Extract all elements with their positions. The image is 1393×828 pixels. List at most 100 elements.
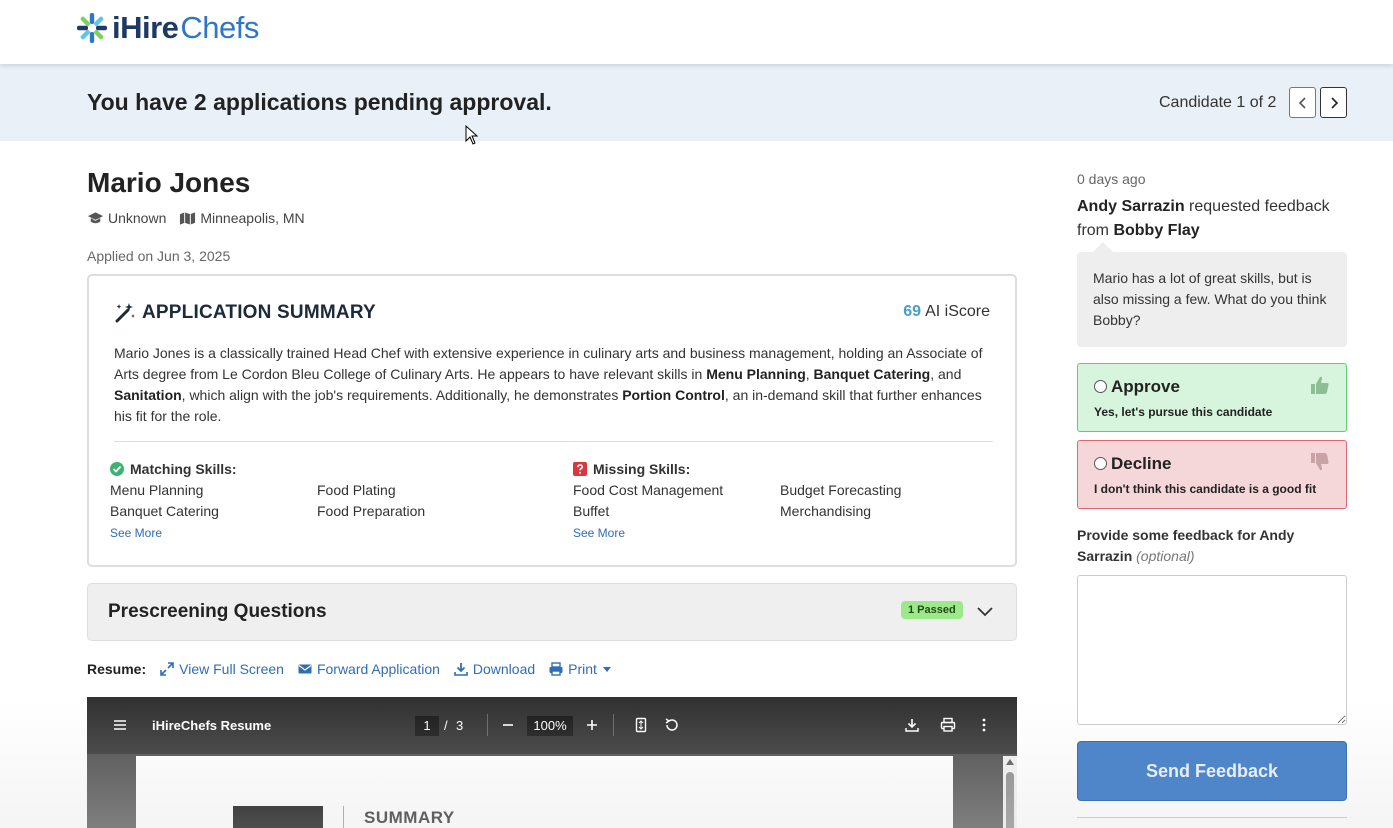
- pdf-download-icon[interactable]: [904, 717, 920, 733]
- chevron-left-icon: [1298, 96, 1306, 109]
- resume-actions: Resume: View Full Screen Forward Applica…: [87, 661, 625, 677]
- skill-item: Menu Planning: [110, 482, 204, 498]
- forward-application-label: Forward Application: [316, 661, 440, 677]
- pdf-section-heading: SUMMARY: [364, 808, 455, 827]
- zoom-out-icon[interactable]: [500, 717, 516, 733]
- matching-skills: Matching Skills: Menu Planning Food Plat…: [110, 461, 530, 542]
- candidate-meta: Unknown Minneapolis, MN: [87, 210, 305, 226]
- fit-page-icon[interactable]: [633, 717, 649, 733]
- pdf-page: SUMMARY: [136, 756, 953, 828]
- scrollbar-thumb[interactable]: [1006, 772, 1014, 828]
- missing-skills-list: Food Cost Management Budget Forecasting …: [573, 480, 993, 522]
- graduation-cap-icon: [87, 212, 104, 224]
- scroll-up-arrow-icon[interactable]: [1006, 759, 1014, 765]
- thumbs-down-icon: [1311, 453, 1329, 471]
- skill-item: Merchandising: [780, 503, 872, 519]
- expand-icon: [160, 662, 174, 676]
- summary-skill-highlight: Portion Control: [622, 387, 725, 403]
- logo-text-ihire: iHire: [112, 10, 179, 45]
- skill-item: Food Plating: [317, 482, 396, 498]
- zoom-in-icon[interactable]: [584, 717, 600, 733]
- candidate-counter: Candidate 1 of 2: [1159, 94, 1277, 111]
- feedback-label-optional: (optional): [1136, 548, 1195, 564]
- candidate-location: Minneapolis, MN: [200, 210, 305, 226]
- matching-skills-label: Matching Skills:: [130, 461, 237, 477]
- skill-item: Buffet: [573, 503, 610, 519]
- chevron-right-icon: [1330, 96, 1338, 109]
- summary-text-part: ,: [805, 366, 814, 382]
- matching-skills-list: Menu Planning Food Plating Banquet Cater…: [110, 480, 530, 522]
- next-candidate-button[interactable]: [1320, 87, 1347, 118]
- ai-iscore-value: 69: [903, 303, 922, 320]
- ai-iscore: 69 AI iScore: [903, 303, 990, 321]
- summary-header: APPLICATION SUMMARY: [114, 302, 376, 324]
- logo-star-icon: [77, 13, 107, 43]
- download-link[interactable]: Download: [454, 661, 535, 677]
- ihire-chefs-logo[interactable]: iHire Chefs: [76, 8, 259, 48]
- pdf-print-icon[interactable]: [940, 717, 956, 733]
- pdf-toolbar: iHireChefs Resume 1 / 3 100%: [87, 697, 1017, 754]
- thumbs-up-icon: [1311, 376, 1329, 394]
- application-summary-card: APPLICATION SUMMARY 69 AI iScore Mario Jo…: [87, 274, 1017, 567]
- matching-skills-header: Matching Skills:: [110, 461, 530, 477]
- decline-title: Decline: [1111, 454, 1172, 473]
- decline-radio[interactable]: [1094, 457, 1107, 470]
- decline-subtitle: I don't think this candidate is a good f…: [1094, 482, 1317, 496]
- logo-text-chefs: Chefs: [180, 10, 259, 45]
- previous-candidate-button[interactable]: [1289, 87, 1316, 118]
- view-full-screen-link[interactable]: View Full Screen: [160, 661, 284, 677]
- candidate-name: Mario Jones: [87, 167, 251, 198]
- requester-name: Andy Sarrazin: [1077, 198, 1185, 215]
- send-feedback-button[interactable]: Send Feedback: [1077, 741, 1347, 801]
- print-label: Print: [568, 661, 597, 677]
- summary-text-part: , which align with the job's requirement…: [181, 387, 623, 403]
- approve-title: Approve: [1111, 377, 1180, 396]
- candidate-education: Unknown: [108, 210, 167, 226]
- pending-approval-bar: You have 2 applications pending approval…: [0, 64, 1393, 141]
- view-full-screen-label: View Full Screen: [179, 661, 284, 677]
- missing-skills: Missing Skills: Food Cost Management Bud…: [573, 461, 993, 542]
- prescreening-accordion[interactable]: Prescreening Questions 1 Passed: [87, 583, 1017, 641]
- panel-divider: [1077, 817, 1347, 818]
- summary-skill-highlight: Menu Planning: [706, 366, 806, 382]
- missing-see-more-link[interactable]: See More: [573, 526, 625, 540]
- summary-skill-highlight: Sanitation: [114, 387, 182, 403]
- skill-item: Food Preparation: [317, 503, 426, 519]
- summary-divider: [114, 441, 993, 442]
- matching-see-more-link[interactable]: See More: [110, 526, 162, 540]
- rotate-icon[interactable]: [664, 717, 680, 733]
- toolbar-divider: [613, 714, 614, 736]
- approve-option[interactable]: Approve Yes, let's pursue this candidate: [1077, 363, 1347, 432]
- feedback-textarea[interactable]: [1077, 575, 1347, 725]
- menu-icon[interactable]: [112, 717, 128, 733]
- pdf-vertical-rule: [343, 806, 344, 828]
- mouse-cursor-icon: [465, 125, 479, 145]
- download-label: Download: [472, 661, 536, 677]
- requester-message: Mario has a lot of great skills, but is …: [1077, 252, 1347, 347]
- pdf-scrollbar[interactable]: [1003, 756, 1017, 828]
- pdf-redacted-block: [233, 806, 323, 828]
- prescreening-title: Prescreening Questions: [108, 601, 327, 622]
- message-bubble-tail: [1093, 242, 1113, 252]
- resume-label: Resume:: [87, 661, 147, 677]
- download-icon: [454, 663, 468, 676]
- top-header: iHire Chefs: [0, 0, 1393, 64]
- passed-badge: 1 Passed: [901, 601, 963, 619]
- map-icon: [180, 212, 196, 225]
- pdf-page-total: 3: [456, 718, 464, 733]
- more-options-icon[interactable]: [976, 717, 992, 733]
- skill-item: Food Cost Management: [573, 482, 724, 498]
- decline-option[interactable]: Decline I don't think this candidate is …: [1077, 440, 1347, 509]
- forward-application-link[interactable]: Forward Application: [298, 661, 440, 677]
- print-dropdown[interactable]: Print: [549, 661, 611, 677]
- pdf-page-separator: /: [444, 718, 448, 733]
- skill-item: Budget Forecasting: [780, 482, 902, 498]
- approve-subtitle: Yes, let's pursue this candidate: [1094, 405, 1273, 419]
- approve-radio[interactable]: [1094, 380, 1107, 393]
- envelope-icon: [298, 664, 312, 674]
- ai-iscore-label: AI iScore: [925, 303, 990, 320]
- reviewer-name: Bobby Flay: [1113, 222, 1200, 239]
- pdf-page-input[interactable]: 1: [415, 716, 439, 736]
- missing-skills-label: Missing Skills:: [593, 461, 691, 477]
- pdf-zoom-value[interactable]: 100%: [527, 716, 573, 736]
